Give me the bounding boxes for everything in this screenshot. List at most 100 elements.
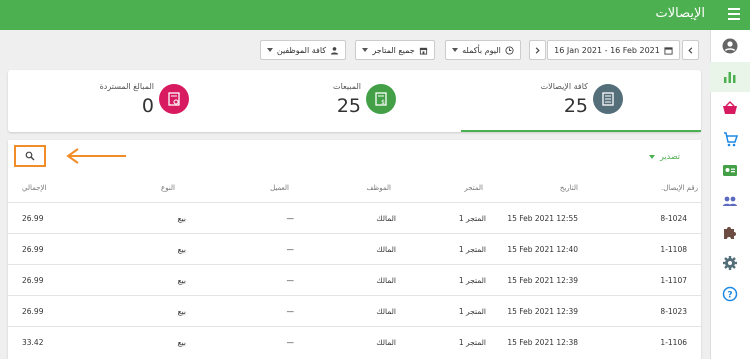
sidebar-nav: ? — [710, 30, 750, 359]
cell-type: بيع — [177, 338, 186, 347]
cell-total: 26.99 — [22, 307, 44, 316]
cell-type: بيع — [177, 307, 186, 316]
time-period-dropdown[interactable]: اليوم بأكمله — [445, 40, 521, 60]
card-refunds[interactable]: المبالغ المستردة 0 — [8, 70, 241, 132]
card-sales[interactable]: $ المبيعات 25 — [241, 70, 471, 132]
cell-total: 26.99 — [22, 245, 44, 254]
sidebar-item-reports[interactable] — [718, 65, 742, 89]
employee-dropdown[interactable]: كافة الموظفين — [260, 40, 346, 60]
cell-total: 26.99 — [22, 214, 44, 223]
export-button[interactable]: تصدير — [648, 152, 680, 161]
export-label: تصدير — [659, 152, 680, 161]
cell-employee: المالك — [376, 245, 396, 254]
active-card-underline — [461, 130, 701, 132]
col-store: المتجر — [464, 184, 483, 192]
cell-total: 26.99 — [22, 276, 44, 285]
store-dropdown[interactable]: جميع المتاجر — [355, 40, 435, 60]
app-header: الإيصالات — [0, 0, 750, 30]
sales-receipt-icon: $ — [366, 84, 396, 114]
date-range-label: 16 Jan 2021 - 16 Feb 2021 — [554, 45, 660, 55]
person-icon — [331, 46, 339, 55]
time-period-label: اليوم بأكمله — [462, 45, 501, 55]
employee-label: كافة الموظفين — [276, 45, 327, 55]
table-row[interactable]: 8-1023 15 Feb 2021 12:39 المتجر 1 المالك… — [8, 295, 701, 326]
cell-date: 15 Feb 2021 12:39 — [507, 276, 578, 285]
card-label: المبالغ المستردة — [99, 82, 154, 91]
card-value: 25 — [336, 95, 361, 117]
sidebar-item-customers[interactable] — [718, 189, 742, 213]
refund-receipt-icon — [159, 84, 189, 114]
cell-store: المتجر 1 — [458, 214, 486, 223]
card-label: كافة الإيصالات — [540, 82, 588, 91]
cell-store: المتجر 1 — [458, 276, 486, 285]
cell-employee: المالك — [376, 338, 396, 347]
caret-down-icon — [452, 48, 459, 52]
col-total: الإجمالي — [22, 184, 47, 192]
table-row[interactable]: 1-1108 15 Feb 2021 12:40 المتجر 1 المالك… — [8, 233, 701, 264]
cell-receipt-no: 1-1107 — [660, 276, 687, 285]
sidebar-item-settings[interactable] — [718, 251, 742, 275]
store-icon — [419, 47, 427, 55]
cell-type: بيع — [177, 214, 186, 223]
sidebar-item-employees[interactable] — [718, 158, 742, 182]
caret-down-icon — [648, 154, 655, 159]
cell-store: المتجر 1 — [458, 245, 486, 254]
svg-text:?: ? — [727, 291, 732, 301]
date-range-picker[interactable]: 16 Jan 2021 - 16 Feb 2021 — [547, 40, 680, 60]
people-icon — [723, 196, 737, 206]
table-row[interactable]: 1-1107 15 Feb 2021 12:39 المتجر 1 المالك… — [8, 264, 701, 295]
table-header: رقم الإيصال. التاريخ المتجر الموظف العمي… — [8, 180, 701, 200]
cell-receipt-no: 1-1106 — [660, 338, 687, 347]
sidebar-item-items[interactable] — [718, 96, 742, 120]
cell-store: المتجر 1 — [458, 338, 486, 347]
date-next-button[interactable] — [682, 40, 699, 60]
sidebar-item-integrations[interactable] — [718, 220, 742, 244]
clock-icon — [505, 45, 514, 55]
card-value: 25 — [563, 95, 588, 117]
cell-employee: المالك — [376, 276, 396, 285]
caret-down-icon — [266, 48, 273, 52]
sidebar-item-account[interactable] — [718, 34, 742, 58]
cell-receipt-no: 8-1023 — [660, 307, 687, 316]
cell-employee: المالك — [376, 214, 396, 223]
bar-chart-icon — [724, 72, 736, 83]
col-employee: الموظف — [366, 184, 391, 192]
hamburger-icon[interactable] — [728, 8, 740, 20]
date-prev-button[interactable] — [529, 40, 546, 60]
gear-icon — [723, 256, 737, 270]
card-all-receipts[interactable]: كافة الإيصالات 25 — [471, 70, 701, 132]
cell-date: 15 Feb 2021 12:40 — [507, 245, 578, 254]
sidebar-item-inventory[interactable] — [718, 127, 742, 151]
summary-cards: كافة الإيصالات 25 $ المبيعات 25 المبالغ … — [8, 70, 701, 132]
cell-date: 15 Feb 2021 12:38 — [507, 338, 578, 347]
col-customer: العميل — [270, 184, 289, 192]
calendar-icon — [664, 46, 673, 55]
table-row[interactable]: 1-1106 15 Feb 2021 12:38 المتجر 1 المالك… — [8, 326, 701, 357]
account-circle-icon — [722, 38, 738, 54]
chevron-right-icon — [535, 46, 540, 54]
cell-date: 15 Feb 2021 12:55 — [507, 214, 578, 223]
svg-text:$: $ — [381, 99, 385, 106]
cell-type: بيع — [177, 245, 186, 254]
cell-customer: — — [286, 338, 295, 347]
caret-down-icon — [362, 48, 369, 52]
table-row[interactable]: 8-1024 15 Feb 2021 12:55 المتجر 1 المالك… — [8, 202, 701, 233]
puzzle-icon — [724, 227, 736, 239]
sidebar-item-help[interactable]: ? — [718, 282, 742, 306]
cell-type: بيع — [177, 276, 186, 285]
col-date: التاريخ — [559, 184, 578, 192]
search-button[interactable] — [14, 145, 46, 167]
card-value: 0 — [141, 95, 154, 117]
cell-customer: — — [286, 307, 295, 316]
cell-receipt-no: 8-1024 — [660, 214, 687, 223]
cell-employee: المالك — [376, 307, 396, 316]
col-receipt-no: رقم الإيصال. — [660, 184, 698, 192]
col-type: النوع — [161, 184, 175, 192]
cell-store: المتجر 1 — [458, 307, 486, 316]
cell-total: 33.42 — [22, 338, 44, 347]
chevron-left-icon — [688, 46, 693, 54]
basket-icon — [723, 101, 737, 114]
cell-customer: — — [286, 214, 295, 223]
store-label: جميع المتاجر — [372, 45, 415, 55]
cart-icon — [724, 132, 738, 147]
